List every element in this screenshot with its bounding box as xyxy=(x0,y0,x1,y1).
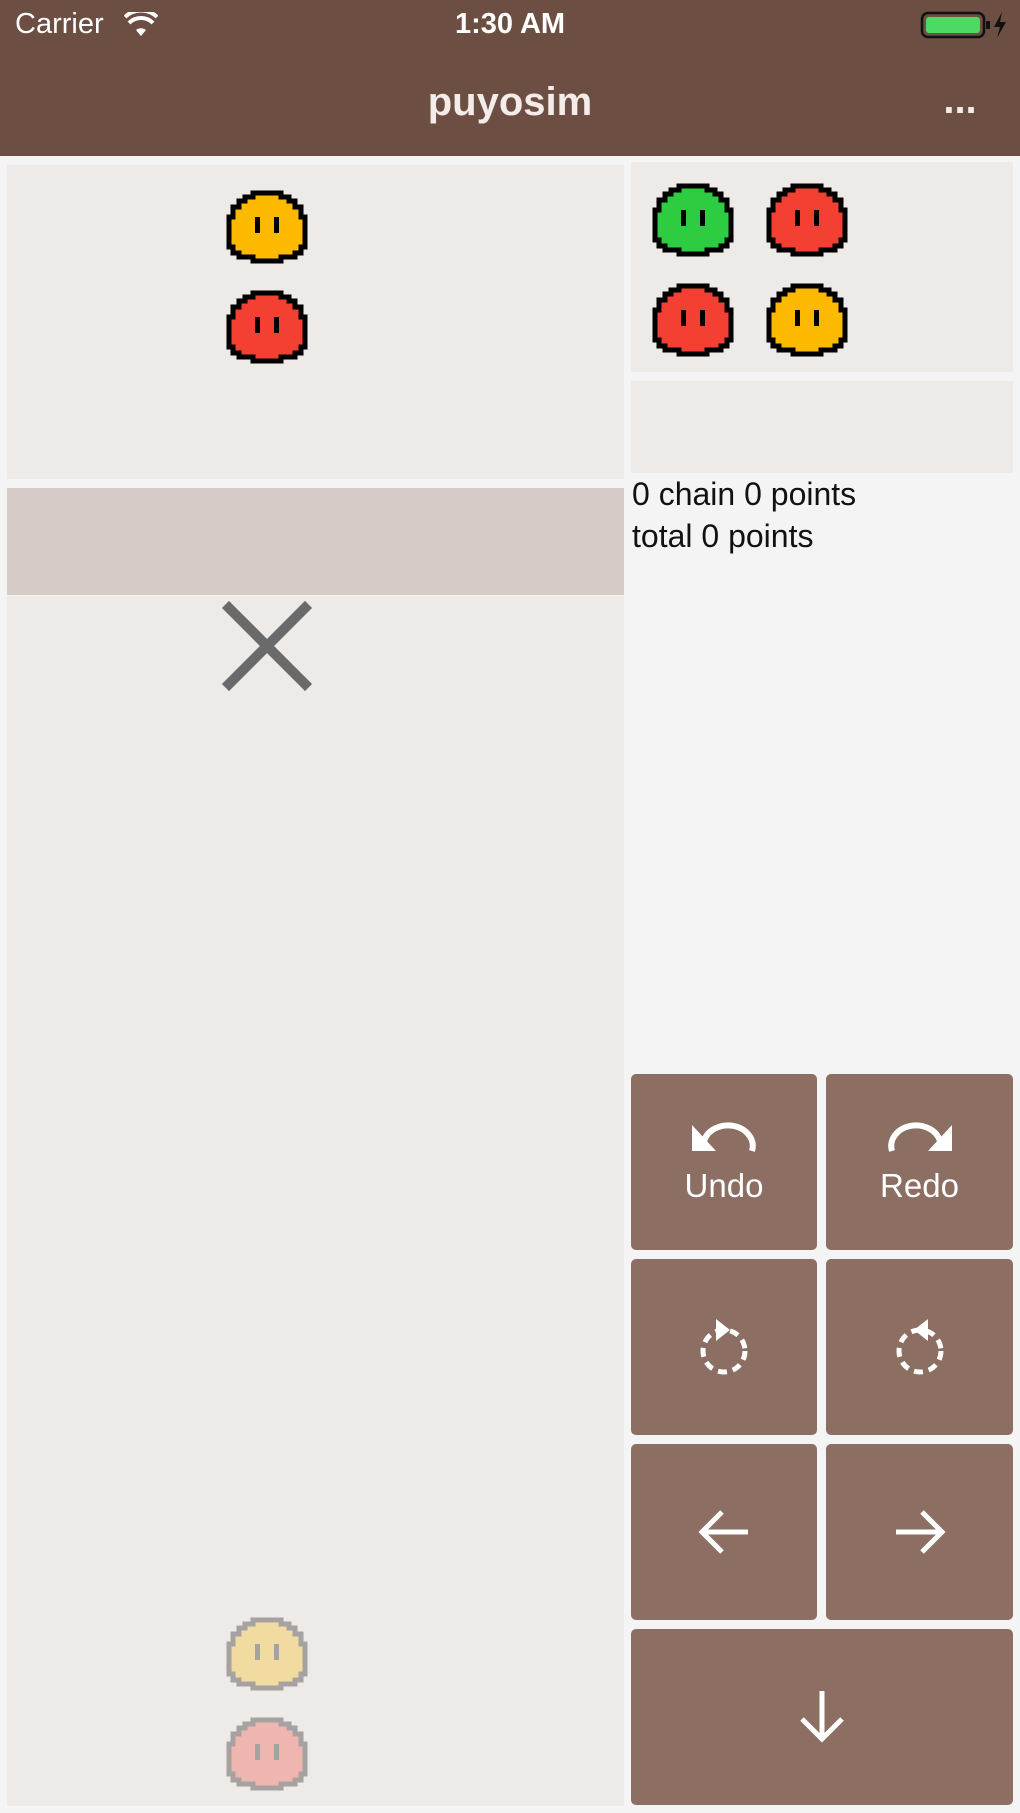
next-puyo-2-bottom xyxy=(761,280,853,360)
arrow-right-icon xyxy=(895,1510,946,1554)
x-mark-icon xyxy=(221,600,313,692)
battery-charging-icon xyxy=(920,11,1006,39)
undo-label: Undo xyxy=(684,1167,764,1204)
rotate-counterclockwise-icon xyxy=(700,1319,748,1375)
status-bar: Carrier 1:30 AM xyxy=(0,0,1020,52)
puyo-icon xyxy=(647,180,739,260)
chain-score-text: 0 chain 0 points xyxy=(632,476,857,512)
puyo-icon xyxy=(647,280,739,360)
current-piece-panel xyxy=(7,165,624,479)
ghost-puyo-bottom xyxy=(221,1714,313,1794)
redo-label: Redo xyxy=(880,1167,959,1204)
redo-button[interactable]: Redo xyxy=(826,1074,1013,1250)
page-title: puyosim xyxy=(427,80,593,124)
status-time: 1:30 AM xyxy=(454,8,566,40)
current-puyo-top xyxy=(221,187,313,267)
puyo-icon xyxy=(221,287,313,367)
drop-button[interactable] xyxy=(631,1629,1013,1805)
rotate-right-button[interactable] xyxy=(826,1259,1013,1435)
next-puyo-2-top xyxy=(761,180,853,260)
next-pieces-panel xyxy=(631,162,1013,372)
puyo-icon xyxy=(221,1614,313,1694)
chain-display-panel xyxy=(631,381,1013,473)
move-left-button[interactable] xyxy=(631,1444,817,1620)
arrow-down-icon xyxy=(800,1691,844,1743)
rotate-left-button[interactable] xyxy=(631,1259,817,1435)
redo-arrow-icon xyxy=(887,1122,952,1152)
ghost-puyo-top xyxy=(221,1614,313,1694)
puyo-icon xyxy=(221,1714,313,1794)
rotate-clockwise-icon xyxy=(896,1319,943,1375)
undo-button[interactable]: Undo xyxy=(631,1074,817,1250)
next-puyo-1-top xyxy=(647,180,739,260)
undo-arrow-icon xyxy=(692,1122,756,1152)
total-score-text: total 0 points xyxy=(632,518,814,554)
current-puyo-bottom xyxy=(221,287,313,367)
game-board[interactable] xyxy=(7,596,624,1806)
puyo-icon xyxy=(761,280,853,360)
puyo-icon xyxy=(761,180,853,260)
nav-bar: puyosim ... xyxy=(0,52,1020,156)
move-right-button[interactable] xyxy=(826,1444,1013,1620)
drop-zone[interactable] xyxy=(7,488,624,595)
arrow-left-icon xyxy=(698,1510,748,1554)
next-puyo-1-bottom xyxy=(647,280,739,360)
more-menu-button[interactable]: ... xyxy=(935,70,985,140)
puyo-icon xyxy=(221,187,313,267)
